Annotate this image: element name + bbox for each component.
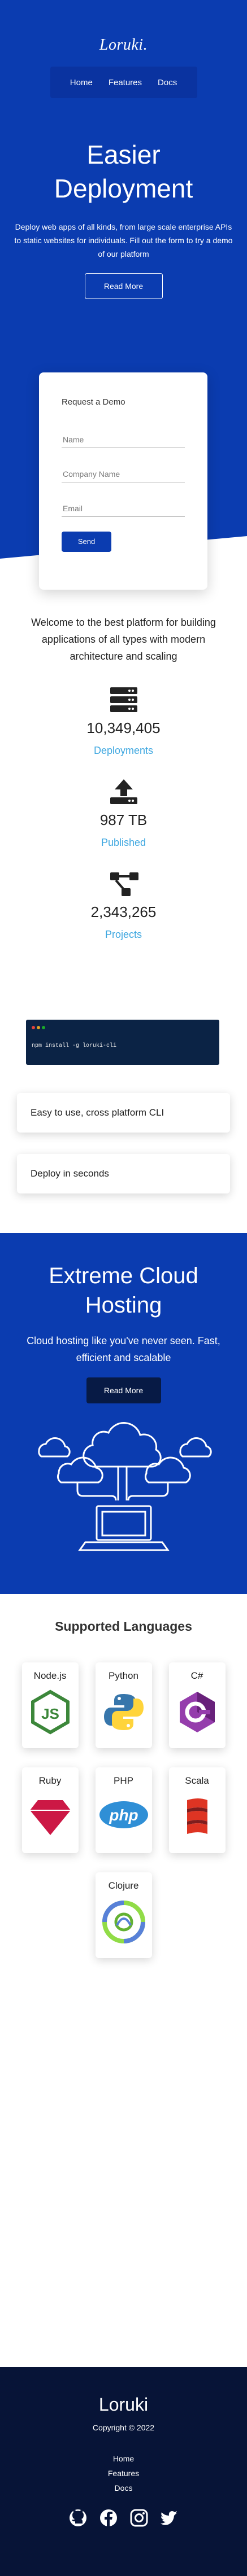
language-name: Scala — [185, 1775, 209, 1786]
welcome-text: Welcome to the best platform for buildin… — [31, 617, 216, 662]
csharp-logo — [179, 1692, 215, 1732]
terminal-command: npm install -g loruki-cli — [32, 1043, 117, 1049]
cloud-description: Cloud hosting like you've never seen. Fa… — [27, 1335, 220, 1363]
stat-value: 2,343,265 — [90, 903, 157, 920]
scala-logo — [187, 1798, 207, 1834]
php-logo: php — [99, 1801, 148, 1828]
language-card-python: Python — [95, 1662, 152, 1748]
language-card-clojure: Clojure — [95, 1872, 152, 1958]
language-card-php: PHP php — [95, 1767, 152, 1853]
language-name: Ruby — [38, 1775, 62, 1786]
footer-nav: Home Features Docs — [0, 2451, 247, 2495]
svg-text:php: php — [109, 1806, 138, 1824]
stat-label: Deployments — [93, 745, 154, 756]
company-name-field[interactable] — [62, 466, 185, 482]
cloud-laptop-illustration — [37, 1422, 212, 1551]
feature-card-cli: Easy to use, cross platform CLI — [17, 1093, 230, 1133]
stats-section: Welcome to the best platform for buildin… — [0, 598, 247, 941]
project-diagram-icon — [110, 872, 138, 896]
email-field[interactable] — [62, 501, 185, 517]
cloud-read-more-button[interactable]: Read More — [86, 1377, 161, 1403]
site-footer: Loruki Copyright © 2022 Home Features Do… — [0, 2367, 247, 2576]
feature-text: Deploy in seconds — [31, 1168, 109, 1179]
languages-title: Supported Languages — [55, 1619, 192, 1634]
language-name: Clojure — [108, 1880, 139, 1891]
language-card-ruby: Ruby — [21, 1767, 79, 1853]
send-button[interactable]: Send — [62, 532, 111, 552]
stat-label: Projects — [105, 929, 142, 940]
server-icon — [110, 687, 137, 712]
language-card-csharp: C# — [168, 1662, 226, 1748]
language-name: Python — [109, 1670, 138, 1681]
social-links — [0, 2509, 247, 2527]
stat-deployments: 10,349,405 Deployments — [0, 686, 247, 757]
demo-form-card: Request a Demo Send — [39, 372, 207, 590]
ruby-logo — [29, 1800, 71, 1835]
feature-text: Easy to use, cross platform CLI — [31, 1107, 164, 1118]
clojure-logo — [102, 1901, 145, 1943]
language-name: Node.js — [33, 1670, 67, 1681]
cli-terminal: npm install -g loruki-cli — [26, 1020, 219, 1065]
footer-features-link[interactable]: Features — [0, 2466, 247, 2481]
language-card-nodejs: Node.js JS — [21, 1662, 79, 1748]
copyright-text: Copyright © 2022 — [92, 2423, 155, 2432]
nodejs-logo: JS — [31, 1689, 70, 1735]
footer-docs-link[interactable]: Docs — [0, 2481, 247, 2495]
upload-icon — [110, 779, 137, 804]
languages-section: Supported Languages Node.js JS Python C# — [0, 1594, 247, 2367]
feature-card-deploy: Deploy in seconds — [17, 1154, 230, 1193]
stat-projects: 2,343,265 Projects — [0, 870, 247, 941]
language-card-scala: Scala — [168, 1767, 226, 1853]
python-logo — [103, 1694, 144, 1730]
cloud-title: Extreme Cloud Hosting — [49, 1263, 198, 1318]
window-dots — [32, 1025, 214, 1032]
language-name: PHP — [114, 1775, 133, 1786]
footer-home-link[interactable]: Home — [0, 2451, 247, 2466]
twitter-icon[interactable] — [160, 2509, 179, 2527]
stat-value: 10,349,405 — [86, 719, 161, 736]
footer-logo[interactable]: Loruki — [0, 2394, 247, 2415]
facebook-icon[interactable] — [99, 2509, 118, 2527]
instagram-icon[interactable] — [130, 2509, 148, 2527]
svg-text:JS: JS — [41, 1705, 59, 1722]
stat-label: Published — [101, 837, 146, 848]
language-name: C# — [190, 1670, 203, 1681]
languages-grid: Node.js JS Python C# Ruby PHP php Scala … — [0, 1662, 247, 1958]
name-field[interactable] — [62, 432, 185, 448]
github-icon[interactable] — [69, 2509, 87, 2527]
stat-value: 987 TB — [99, 811, 148, 828]
demo-form-title: Request a Demo — [62, 397, 125, 407]
stat-published: 987 TB Published — [0, 778, 247, 849]
cloud-hosting-section: Extreme Cloud Hosting Cloud hosting like… — [0, 1233, 247, 1594]
